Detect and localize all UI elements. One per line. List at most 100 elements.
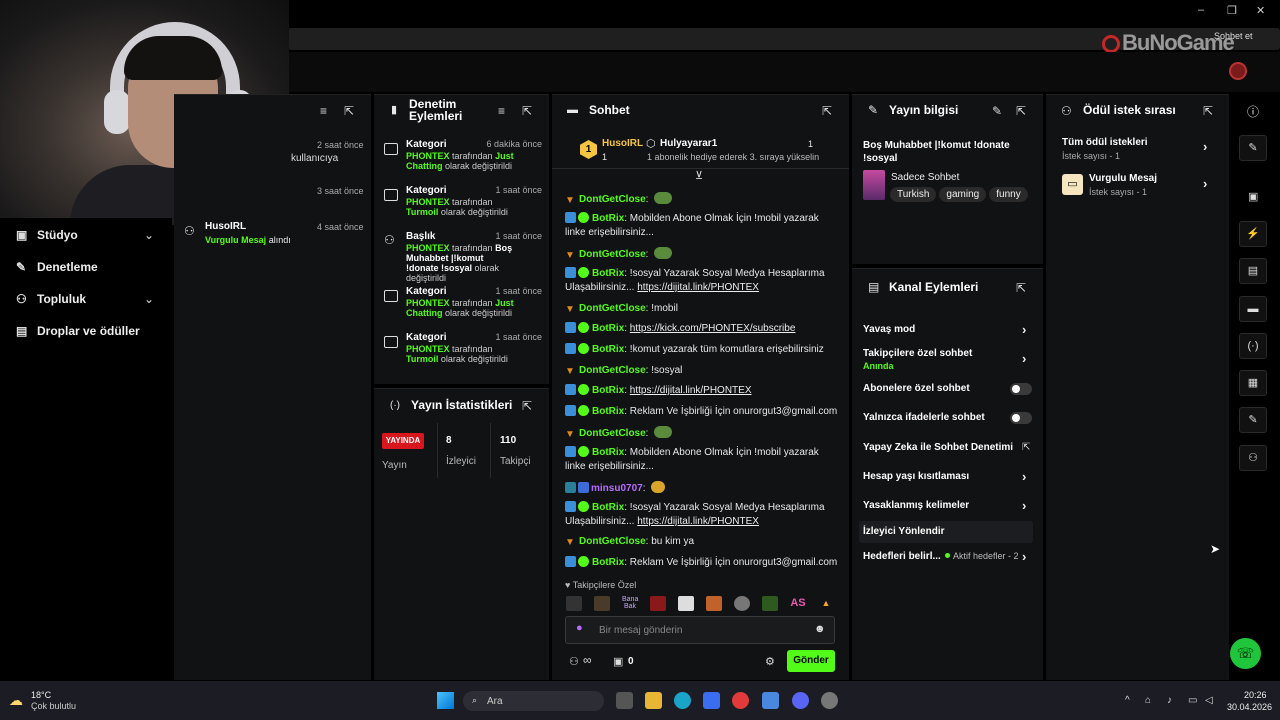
external-link-icon[interactable]: ⇱ (1022, 442, 1030, 453)
minimize-icon[interactable]: – (1198, 4, 1204, 16)
gear-icon[interactable]: ⚙ (765, 655, 775, 668)
network-icon[interactable]: ▭ (1188, 695, 1197, 706)
chevron-right-icon[interactable]: › (1022, 322, 1026, 337)
settings-icon[interactable] (821, 692, 838, 709)
category-name[interactable]: Sadece Sohbet (891, 172, 959, 183)
ai-mod-item[interactable]: Yapay Zeka ile Sohbet Denetimi (863, 442, 1013, 453)
popout-icon[interactable]: ⇱ (522, 399, 532, 413)
nav-moderation[interactable]: ✎ Denetleme (16, 260, 98, 274)
goals-item[interactable]: Hedefleri belirl... (863, 551, 941, 562)
maximize-icon[interactable]: ❐ (1227, 4, 1237, 17)
nav-community[interactable]: ⚇ Topluluk (16, 292, 86, 306)
shop-icon[interactable]: ▣ (613, 655, 623, 668)
category-thumbnail[interactable] (863, 170, 885, 200)
emoji-icon[interactable]: ☻ (814, 623, 826, 635)
chevron-right-icon[interactable]: › (1022, 351, 1026, 366)
close-icon[interactable]: ✕ (1256, 4, 1265, 17)
account-age-item[interactable]: Hesap yaşı kısıtlaması (863, 471, 969, 482)
nav-studio[interactable]: ▣ Stüdyo (16, 228, 78, 242)
chevron-right-icon[interactable]: › (1022, 498, 1026, 513)
mic-icon[interactable]: ♪ (1167, 695, 1172, 706)
fire-emote-icon[interactable]: ▲ (818, 596, 834, 611)
verified-icon (578, 384, 589, 395)
folder-icon[interactable] (645, 692, 662, 709)
avatar[interactable] (1229, 62, 1247, 80)
chevron-right-icon[interactable]: › (1022, 549, 1026, 564)
all-rewards-title[interactable]: Tüm ödül istekleri (1062, 137, 1148, 148)
emote-icon[interactable] (650, 596, 666, 611)
start-icon[interactable] (437, 692, 454, 709)
popout-icon[interactable]: ⇱ (1016, 104, 1026, 118)
nav-drops[interactable]: ▤ Droplar ve ödüller (16, 324, 140, 338)
emote-icon[interactable] (734, 596, 750, 611)
chevron-up-icon[interactable]: ^ (1125, 695, 1130, 706)
mic-icon[interactable]: ● (576, 622, 583, 634)
chevron-right-icon[interactable]: › (1203, 176, 1207, 191)
taskview-icon[interactable] (616, 692, 633, 709)
chevron-down-icon[interactable]: ⌄ (144, 228, 154, 242)
highlight-reward-count: İstek sayısı - 1 (1089, 187, 1148, 197)
screenshot-icon[interactable]: ▣ (1248, 190, 1258, 203)
emote-icon[interactable] (678, 596, 694, 611)
badge-icon: ▼ (565, 537, 575, 548)
collapse-icon[interactable]: ⊻ (695, 169, 703, 182)
emote-icon[interactable]: Bana Bak (622, 596, 638, 611)
broadcast-icon[interactable]: (·) (1239, 333, 1267, 359)
pencil-icon[interactable]: ✎ (992, 104, 1002, 118)
slow-mode-item[interactable]: Yavaş mod (863, 324, 915, 335)
volume-icon[interactable]: ◁ (1205, 695, 1213, 706)
emote-icon[interactable]: AS (790, 596, 806, 611)
pinned-user[interactable]: HusoIRL (602, 138, 643, 149)
discord-icon[interactable] (792, 692, 809, 709)
raid-item[interactable]: İzleyici Yönlendir (863, 526, 945, 537)
weather-desc: Çok bulutlu (31, 701, 77, 711)
gift-user[interactable]: Hulyayarar1 (660, 138, 717, 149)
tag[interactable]: Turkish (890, 187, 937, 202)
activity-user[interactable]: HusoIRL (205, 221, 246, 232)
popout-icon[interactable]: ⇱ (522, 104, 532, 118)
emote-icon[interactable] (762, 596, 778, 611)
activity-desc: Vurgulu Mesaj alındı (205, 235, 291, 245)
popout-icon[interactable]: ⇱ (344, 104, 354, 118)
chevron-down-icon[interactable]: ⌄ (144, 292, 154, 306)
filter-icon[interactable]: ≡ (320, 104, 327, 118)
subs-chat-toggle[interactable] (1010, 383, 1032, 395)
tag[interactable]: funny (989, 187, 1028, 202)
channel-icon[interactable]: ▦ (1239, 370, 1267, 396)
chevron-right-icon[interactable]: › (1022, 469, 1026, 484)
tab-chat[interactable]: Sohbet et (1214, 31, 1253, 41)
pencil-icon[interactable]: ✎ (1239, 135, 1267, 161)
pinned-count: 1 (602, 152, 608, 162)
tray-icon[interactable]: ⌂ (1145, 695, 1151, 706)
filter-icon[interactable]: ≡ (498, 104, 505, 118)
info-icon[interactable]: ⓘ (1247, 103, 1259, 120)
app-icon[interactable] (732, 692, 749, 709)
app-icon[interactable] (762, 692, 779, 709)
panel-title: Ödül istek sırası (1083, 103, 1176, 117)
highlight-reward-title[interactable]: Vurgulu Mesaj (1089, 173, 1157, 184)
chat-message: BotRix: Reklam Ve İşbirliği İçin onurorg… (565, 405, 840, 419)
bolt-icon[interactable]: ⚡ (1239, 221, 1267, 247)
store-icon[interactable] (703, 692, 720, 709)
emote-chat-toggle[interactable] (1010, 412, 1032, 424)
emote-icon[interactable] (594, 596, 610, 611)
support-button[interactable]: ☏ (1230, 638, 1261, 669)
tag-list: Turkish gaming funny (890, 187, 1040, 202)
tag[interactable]: gaming (939, 187, 987, 202)
followers-chat-item[interactable]: Takipçilere özel sohbet (863, 348, 972, 359)
banned-words-item[interactable]: Yasaklanmış kelimeler (863, 500, 969, 511)
wrench-icon[interactable]: ✎ (1239, 407, 1267, 433)
edge-icon[interactable] (674, 692, 691, 709)
send-button[interactable]: Gönder (787, 650, 835, 672)
community-icon[interactable]: ⚇ (1239, 445, 1267, 471)
popout-icon[interactable]: ⇱ (1203, 104, 1213, 118)
emote-icon[interactable] (706, 596, 722, 611)
emote-icon[interactable] (566, 596, 582, 611)
chevron-right-icon[interactable]: › (1203, 139, 1207, 154)
points-icon[interactable]: ⚇ (569, 655, 579, 668)
chat-icon[interactable]: ▬ (1239, 296, 1267, 322)
popout-icon[interactable]: ⇱ (1016, 281, 1026, 295)
notes-icon[interactable]: ▤ (1239, 258, 1267, 284)
search-bar[interactable] (463, 691, 604, 711)
popout-icon[interactable]: ⇱ (822, 104, 832, 118)
